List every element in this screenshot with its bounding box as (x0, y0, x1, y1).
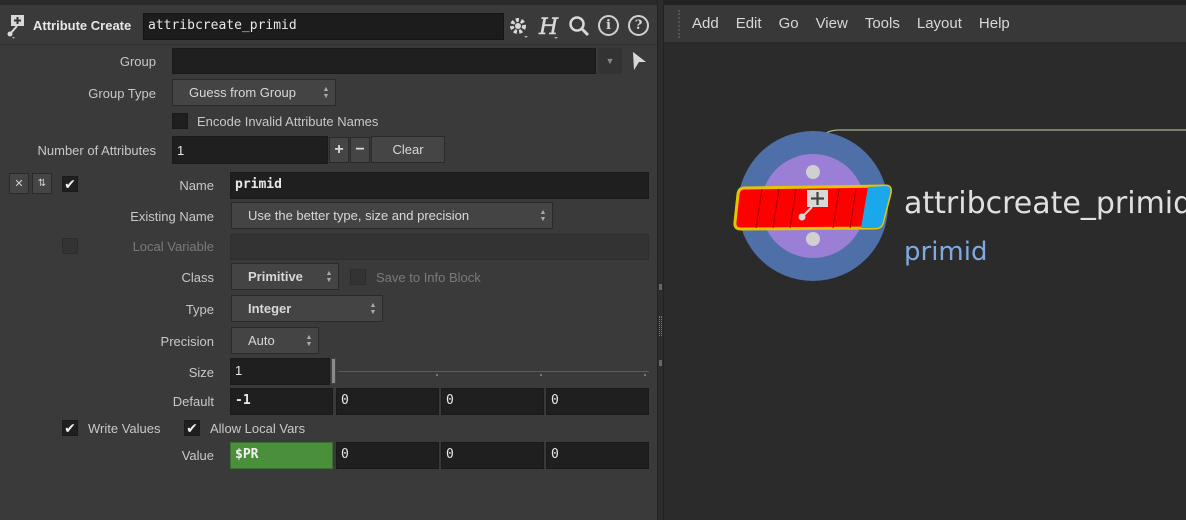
type-menu[interactable]: Integer ▲ ▼ (231, 295, 383, 322)
menubar-grip (678, 9, 684, 38)
info-icon[interactable]: i (598, 15, 619, 36)
slider-tick (436, 374, 438, 376)
node-output-connector[interactable] (806, 232, 820, 246)
default-label: Default (172, 394, 214, 409)
attribute-create-icon[interactable] (6, 13, 28, 39)
default-field-4[interactable]: 0 (546, 388, 649, 415)
menu-help[interactable]: Help (979, 15, 1010, 32)
menu-view[interactable]: View (816, 15, 848, 32)
allow-local-vars-checkbox[interactable]: ✔ (184, 420, 200, 436)
encode-invalid-checkbox[interactable] (172, 113, 188, 129)
help-icon[interactable]: ? (628, 15, 649, 36)
group-type-menu[interactable]: Guess from Group ▲ ▼ (172, 79, 336, 106)
value-field-4[interactable]: 0 (546, 442, 649, 469)
menu-edit[interactable]: Edit (736, 15, 762, 32)
save-info-label: Save to Info Block (376, 270, 481, 285)
name-label: Name (179, 178, 214, 193)
size-slider-handle[interactable] (331, 358, 336, 384)
slider-tick (644, 374, 646, 376)
remove-attribute-button[interactable]: − (350, 137, 370, 163)
default-field-1[interactable]: -1 (230, 388, 333, 415)
type-label: Type (185, 302, 214, 317)
menu-arrows-icon: ▲ ▼ (322, 85, 330, 100)
node-name-field[interactable]: attribcreate_primid (143, 13, 504, 40)
select-arrow-icon[interactable] (628, 50, 650, 72)
menu-arrows-icon: ▲ ▼ (539, 208, 547, 223)
node-label[interactable]: attribcreate_primid (904, 186, 1186, 221)
node-comment: primid (904, 237, 988, 267)
precision-label: Precision (160, 334, 214, 349)
allow-local-vars-label: Allow Local Vars (210, 421, 306, 436)
class-menu[interactable]: Primitive ▲ ▼ (231, 263, 339, 290)
menu-arrows-icon: ▲ ▼ (305, 333, 313, 348)
write-values-checkbox[interactable]: ✔ (62, 420, 78, 436)
menu-layout[interactable]: Layout (917, 15, 962, 32)
network-menubar: Add Edit Go View Tools Layout Help (664, 5, 1186, 43)
group-label: Group (119, 54, 156, 69)
size-slider-track[interactable] (338, 371, 649, 372)
num-attributes-field[interactable]: 1 (172, 136, 328, 164)
precision-menu[interactable]: Auto ▲ ▼ (231, 327, 319, 354)
default-field-3[interactable]: 0 (441, 388, 544, 415)
group-type-label: Group Type (88, 86, 156, 101)
menu-arrows-icon: ▲ ▼ (325, 269, 333, 284)
existing-name-label: Existing Name (130, 209, 214, 224)
group-dropdown-button[interactable]: ▼ (598, 48, 622, 74)
save-info-checkbox[interactable] (350, 269, 366, 285)
splitter-grip (659, 284, 662, 290)
menu-go[interactable]: Go (779, 15, 799, 32)
check-icon: ✔ (64, 420, 76, 436)
node-type-label: Attribute Create (33, 18, 132, 33)
size-field[interactable]: 1 (230, 358, 330, 385)
slider-tick (540, 374, 542, 376)
menu-tools[interactable]: Tools (865, 15, 900, 32)
search-icon[interactable] (567, 14, 591, 38)
local-variable-label: Local Variable (132, 239, 214, 254)
value-field-3[interactable]: 0 (441, 442, 544, 469)
value-expression-field[interactable]: $PR (230, 442, 333, 469)
write-values-label: Write Values (88, 421, 161, 436)
encode-invalid-label: Encode Invalid Attribute Names (197, 114, 379, 129)
check-icon: ✔ (186, 420, 198, 436)
help-h-icon[interactable]: H (536, 13, 564, 41)
name-field[interactable]: primid (230, 172, 649, 199)
clear-button[interactable]: Clear (371, 136, 445, 163)
svg-text:H: H (538, 15, 559, 40)
node-input-connector[interactable] (806, 165, 820, 179)
pane-splitter[interactable] (657, 0, 664, 520)
value-label: Value (181, 448, 214, 463)
value-field-2[interactable]: 0 (336, 442, 439, 469)
local-variable-field[interactable] (230, 234, 649, 260)
group-field[interactable] (172, 48, 596, 74)
gear-icon[interactable] (507, 14, 531, 40)
add-attribute-button[interactable]: + (329, 137, 349, 163)
existing-name-menu[interactable]: Use the better type, size and precision … (231, 202, 553, 229)
splitter-grip (659, 316, 662, 336)
default-field-2[interactable]: 0 (336, 388, 439, 415)
size-label: Size (188, 365, 214, 380)
attribcreate-node[interactable] (733, 184, 892, 231)
menu-arrows-icon: ▲ ▼ (369, 301, 377, 316)
splitter-grip (659, 360, 662, 366)
num-attributes-label: Number of Attributes (37, 143, 157, 158)
class-label: Class (181, 270, 214, 285)
menu-add[interactable]: Add (692, 15, 719, 32)
